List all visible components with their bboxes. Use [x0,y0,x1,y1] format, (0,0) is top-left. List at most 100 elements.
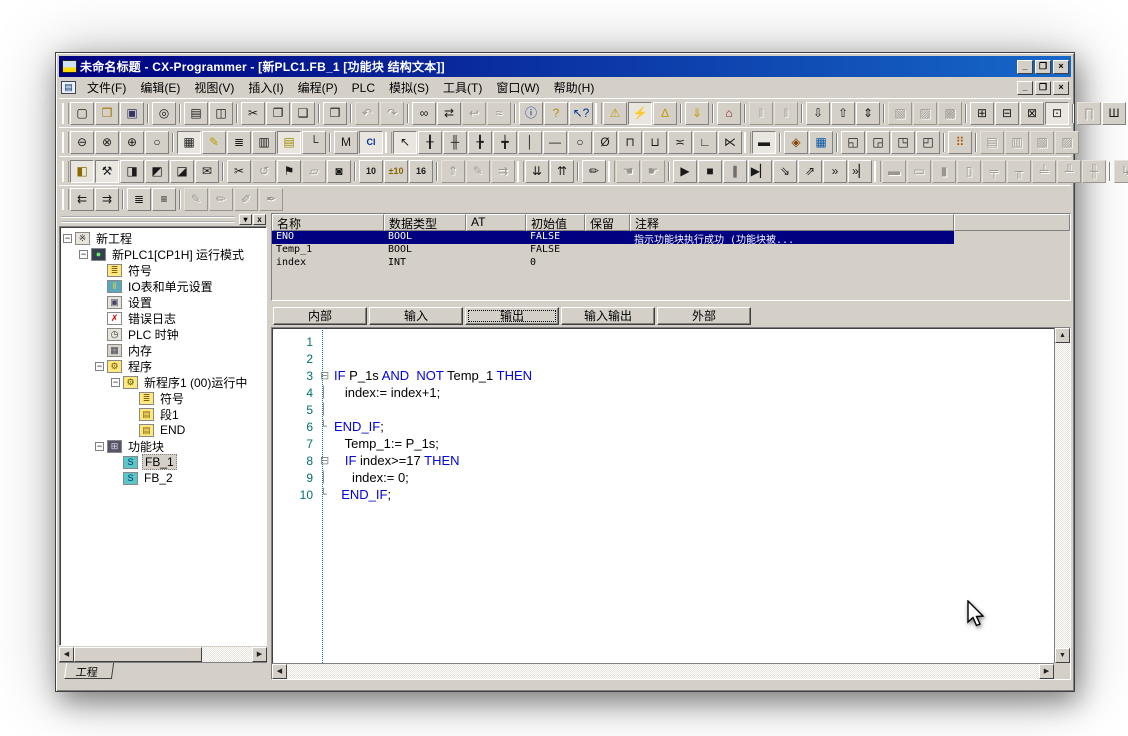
expander-icon[interactable]: − [63,234,72,243]
sim-pause-button[interactable]: ∥ [723,160,747,183]
sim-stop-button[interactable]: ■ [698,160,722,183]
vertical-line-tool-button[interactable]: │ [518,131,542,154]
context-help-button[interactable]: ↖? [569,102,593,125]
restore-button[interactable]: ❐ [1035,60,1051,74]
scroll-down-icon[interactable]: ▼ [1055,648,1070,663]
coil-closed-tool-button[interactable]: Ø [593,131,617,154]
menu-file[interactable]: 文件(F) [80,79,133,97]
set-reset-button[interactable]: ◰ [916,131,940,154]
sim-continuous-step-button[interactable]: » [823,160,847,183]
var-row-index[interactable]: index INT 0 [272,257,954,270]
toggle-project-window-button[interactable]: ◧ [70,160,94,183]
right-justify-button[interactable]: ≡ [152,188,176,211]
compare-with-plc-button[interactable]: ⇕ [856,102,880,125]
tree-item-memory[interactable]: ▦ 内存 [61,342,266,358]
tree-item-fb1[interactable]: S FB_1 [61,454,266,470]
column-header-initial[interactable]: 初始值 [526,214,585,231]
show-comments-button[interactable]: ≣ [227,131,251,154]
save-button[interactable]: ▣ [120,102,144,125]
time-chart-monitor-button[interactable]: Ш [1102,102,1126,125]
tree-item-project[interactable]: − ※ 新工程 [61,230,266,246]
horizontal-line-tool-button[interactable]: — [543,131,567,154]
var-row-eno[interactable]: ENO BOOL FALSE 指示功能块执行成功 (功能块被... [272,231,954,244]
tree-scroll-track[interactable] [74,647,252,662]
menu-simulation[interactable]: 模拟(S) [382,79,436,97]
help-button[interactable]: ? [544,102,568,125]
view-mnemonics-button[interactable]: M [334,131,358,154]
monitor-window-button[interactable]: ▬ [752,131,776,154]
paste-attributes-button[interactable]: ❒ [323,102,347,125]
show-program-tree-button[interactable]: └ [302,131,326,154]
code-area[interactable]: 1 2 3 [272,328,1054,663]
reset-tool-button[interactable]: ≍ [668,131,692,154]
search-in-project-button[interactable]: ◎ [152,102,176,125]
workspace-grip[interactable]: ▾ x [59,213,267,226]
grid-toggle-button[interactable]: ▦ [177,131,201,154]
sim-scan-run-button[interactable]: »▏ [848,160,872,183]
or-contact-nc-tool-button[interactable]: ╈ [493,131,517,154]
scroll-left-icon[interactable]: ◀ [59,647,74,662]
menu-program[interactable]: 编程(P) [291,79,345,97]
contact-no-tool-button[interactable]: ╂ [418,131,442,154]
differential-monitor-button[interactable]: ⠿ [948,131,972,154]
show-rung-annotation-button[interactable]: ▥ [252,131,276,154]
auto-online-button[interactable]: ⇓ [685,102,709,125]
menu-window[interactable]: 窗口(W) [489,79,546,97]
cut-button[interactable]: ✂ [241,102,265,125]
io-comment-view-button[interactable]: ◙ [327,160,351,183]
force-off-button[interactable]: ◲ [866,131,890,154]
show-section-list-button[interactable]: ▤ [277,131,301,154]
st-editor[interactable]: 1 2 3 [271,327,1071,680]
tree-item-function-blocks[interactable]: − ⊞ 功能块 [61,438,266,454]
or-contact-no-tool-button[interactable]: ╊ [468,131,492,154]
time-chart-button[interactable]: ▦ [809,131,833,154]
tree-item-plc-clock[interactable]: ◷ PLC 时钟 [61,326,266,342]
tree-item-settings[interactable]: ▣ 设置 [61,294,266,310]
transfer-from-plc-button[interactable]: ⇧ [831,102,855,125]
force-on-button[interactable]: ◱ [841,131,865,154]
project-tab[interactable]: 工程 [64,663,114,679]
child-minimize-button[interactable]: _ [1017,81,1033,95]
menu-plc[interactable]: PLC [345,79,382,97]
tree-item-plc[interactable]: − ● 新PLC1[CP1H] 运行模式 [61,246,266,262]
tree-item-fb2[interactable]: S FB_2 [61,470,266,486]
properties-button[interactable]: ✉ [195,160,219,183]
minimize-button[interactable]: _ [1017,60,1033,74]
compile-button[interactable]: ⚠ [603,102,627,125]
var-row-temp1[interactable]: Temp_1 BOOL FALSE [272,244,954,257]
monitor-signed-button[interactable]: ±10 [384,160,408,183]
scroll-right-icon[interactable]: ▶ [252,647,267,662]
program-check-button[interactable]: ∆ [653,102,677,125]
new-file-button[interactable]: ▢ [70,102,94,125]
import-network-button[interactable]: ⇊ [525,160,549,183]
column-header-at[interactable]: AT [466,214,526,231]
child-restore-button[interactable]: ❐ [1035,81,1051,95]
column-header-datatype[interactable]: 数据类型 [384,214,466,231]
instruction-tool-button[interactable]: ⊓ [618,131,642,154]
watch-window-button[interactable]: ⊞ [970,102,994,125]
open-file-button[interactable]: ❒ [95,102,119,125]
select-tool-button[interactable]: ↖ [393,131,417,154]
tree-scroll-thumb[interactable] [74,647,202,662]
monitor-decimal-button[interactable]: 10 [359,160,383,183]
column-header-name[interactable]: 名称 [272,214,384,231]
sim-step-in-button[interactable]: ⇘ [773,160,797,183]
online-simulator-button[interactable]: ⌂ [717,102,741,125]
tree-item-section-1[interactable]: ▤ 段1 [61,406,266,422]
transfer-to-plc-button[interactable]: ⇩ [806,102,830,125]
tree-item-io-table[interactable]: ‖ IO表和单元设置 [61,278,266,294]
edit-comment-button[interactable]: ✏ [582,160,606,183]
tree-item-symbols[interactable]: ≣ 符号 [61,262,266,278]
export-network-button[interactable]: ⇈ [550,160,574,183]
paste-button[interactable]: ❑ [291,102,315,125]
split-window-button[interactable]: ✂ [227,160,251,183]
expander-icon[interactable]: − [95,442,104,451]
toggle-address-reference-button[interactable]: ◪ [170,160,194,183]
toggle-watch-window-button[interactable]: ◨ [120,160,144,183]
scroll-up-icon[interactable]: ▲ [1055,328,1070,343]
menu-view[interactable]: 视图(V) [187,79,241,97]
monitor-hex-button[interactable]: 16 [409,160,433,183]
sim-step-out-button[interactable]: ⇗ [798,160,822,183]
coil-tool-button[interactable]: ○ [568,131,592,154]
column-header-comment[interactable]: 注释 [630,214,954,231]
